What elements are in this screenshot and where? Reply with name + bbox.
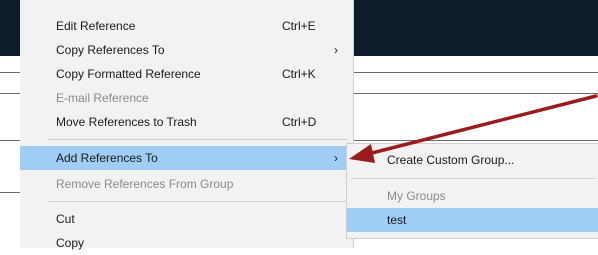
annotation-arrow-icon xyxy=(349,94,598,163)
